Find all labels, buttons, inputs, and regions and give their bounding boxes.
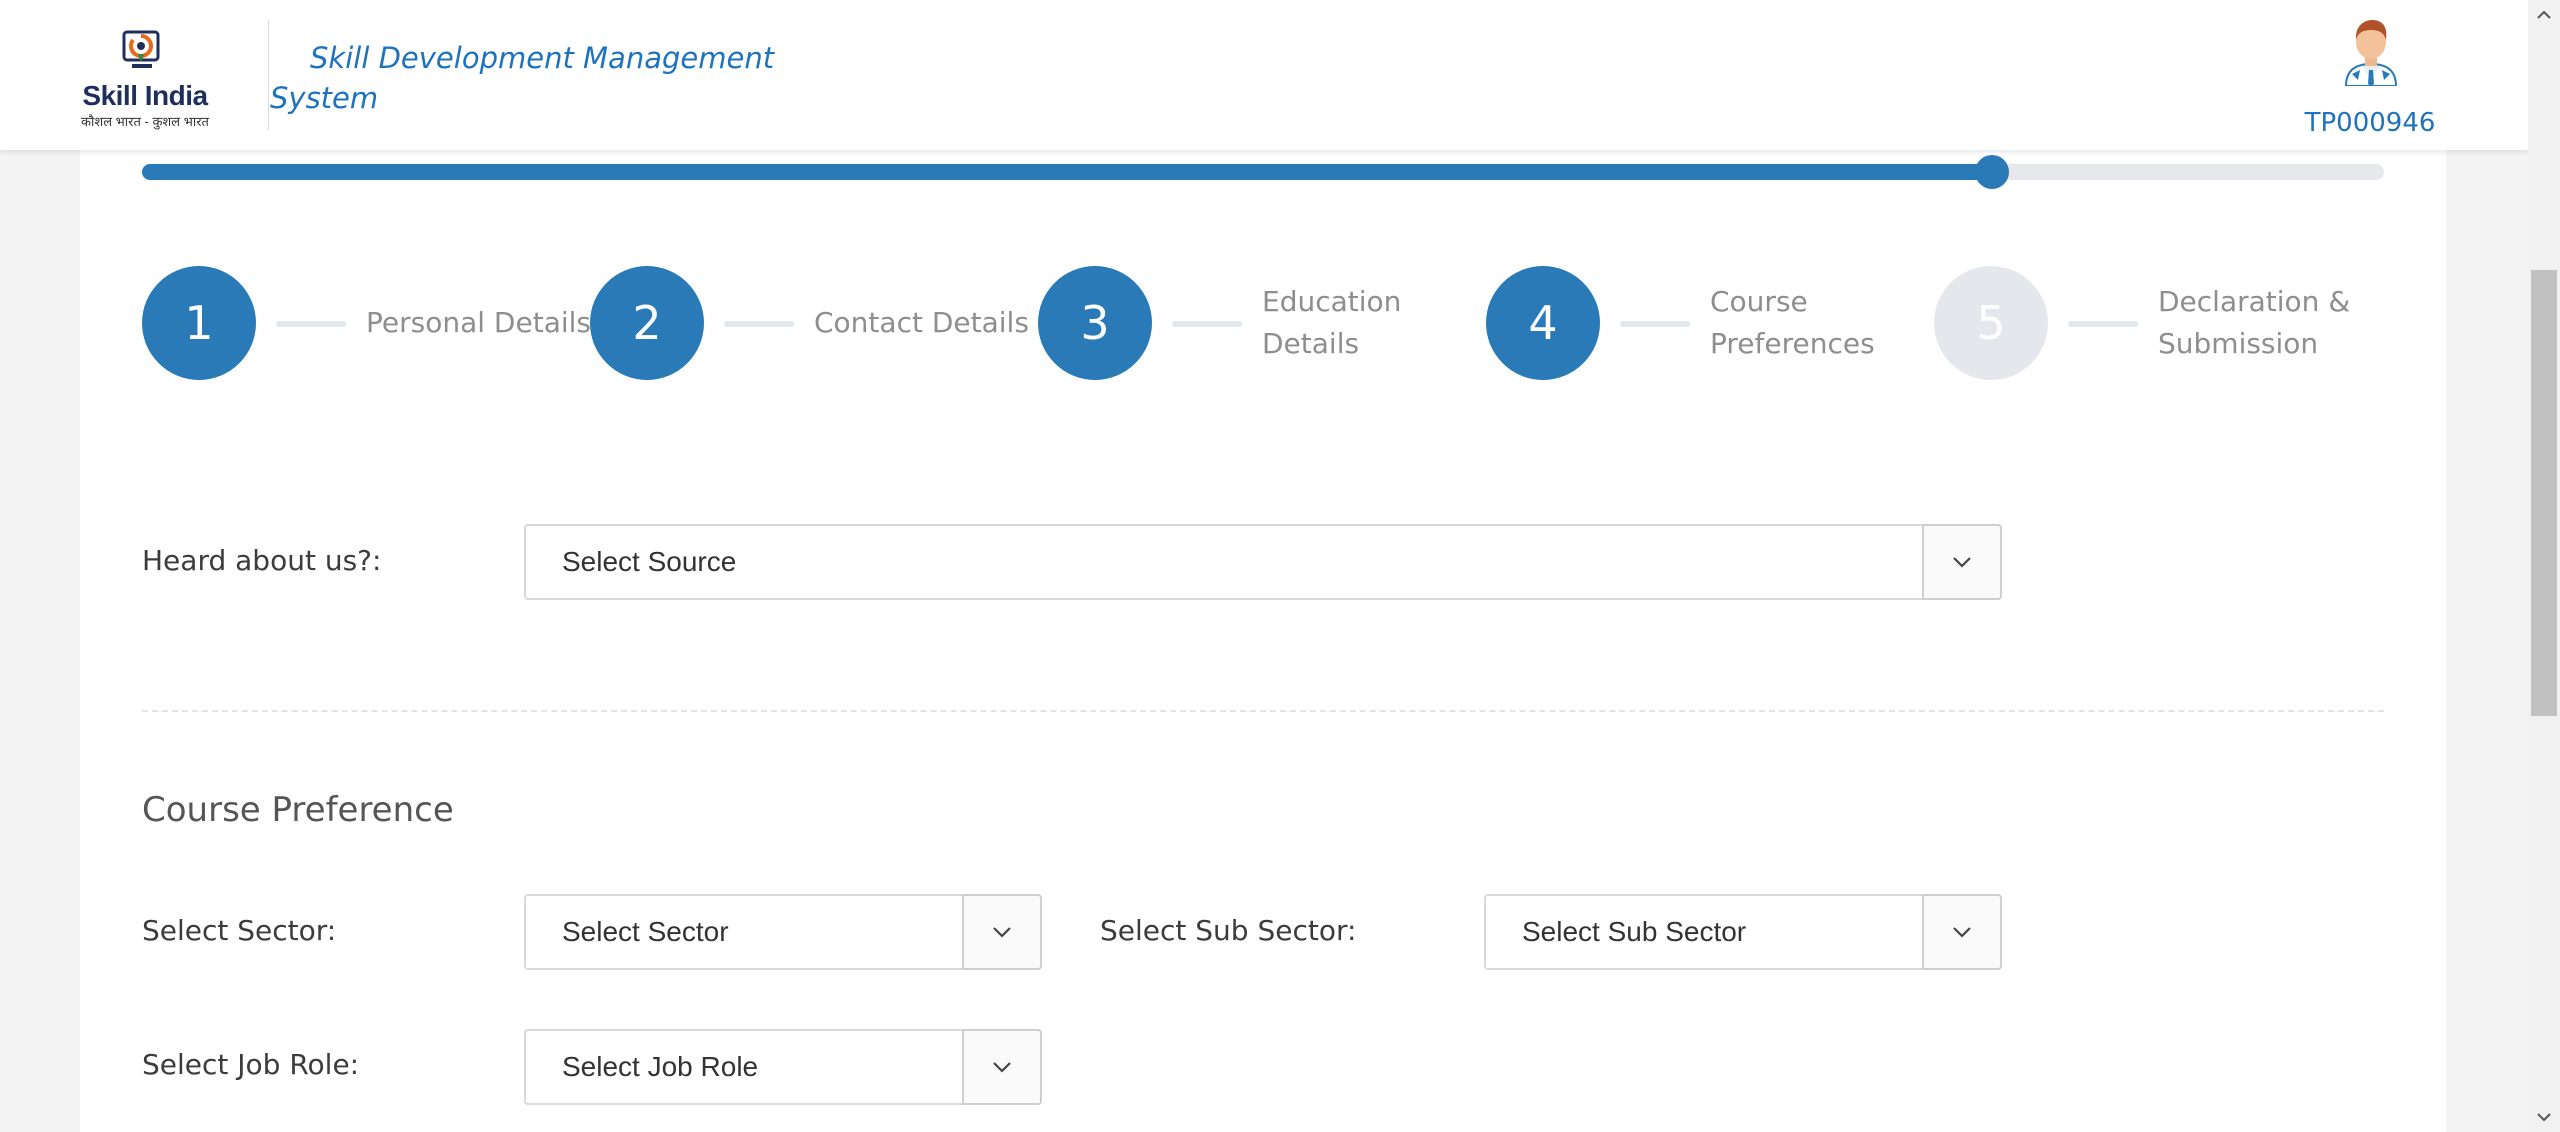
system-title: Skill Development Management System — [270, 41, 775, 115]
sector-value: Select Sector — [562, 916, 729, 947]
sub-sector-value: Select Sub Sector — [1522, 916, 1747, 947]
section-title-course-preference: Course Preference — [142, 790, 454, 830]
progress-bar-fill — [142, 164, 1992, 180]
job-role-label: Select Job Role: — [142, 1048, 360, 1081]
step-connector — [1172, 321, 1242, 327]
sector-label: Select Sector: — [142, 914, 337, 947]
job-role-dropdown-button[interactable] — [962, 1029, 1042, 1105]
step-connector — [2068, 321, 2138, 327]
step-number: 5 — [1934, 266, 2048, 380]
step-number: 1 — [142, 266, 256, 380]
step-number: 2 — [590, 266, 704, 380]
page-scrollbar[interactable] — [2528, 0, 2560, 1132]
step-label: Contact Details — [814, 306, 1029, 339]
step-label: Personal Details — [366, 306, 591, 339]
scroll-up-arrow-icon[interactable] — [2528, 0, 2560, 30]
step-label: Course Preferences — [1710, 285, 1875, 360]
chevron-down-icon — [993, 927, 1011, 938]
step-label: Declaration & Submission — [2158, 285, 2351, 360]
sector-select[interactable]: Select Sector — [524, 894, 1042, 970]
skill-india-logo[interactable]: Skill India कौशल भारत - कुशल भारत — [80, 24, 210, 129]
user-id-link[interactable]: TP000946 — [2300, 108, 2440, 138]
logo-brand-text: Skill India — [82, 80, 208, 111]
heard-about-dropdown-button[interactable] — [1922, 524, 2002, 600]
sub-sector-select[interactable]: Select Sub Sector — [1484, 894, 2002, 970]
sub-sector-dropdown-button[interactable] — [1922, 894, 2002, 970]
chevron-down-icon — [993, 1062, 1011, 1073]
step-connector — [724, 321, 794, 327]
chevron-down-icon — [1953, 557, 1971, 568]
step-connector — [1620, 321, 1690, 327]
sector-dropdown-button[interactable] — [962, 894, 1042, 970]
logo-tagline-text: कौशल भारत - कुशल भारत — [81, 114, 209, 129]
skill-india-logo-mark-icon — [122, 30, 160, 68]
scroll-down-arrow-icon[interactable] — [2528, 1102, 2560, 1132]
heard-about-value: Select Source — [562, 546, 737, 577]
step-number: 4 — [1486, 266, 1600, 380]
job-role-value: Select Job Role — [562, 1051, 759, 1082]
step-number: 3 — [1038, 266, 1152, 380]
heard-about-select[interactable]: Select Source — [524, 524, 2002, 600]
job-role-select[interactable]: Select Job Role — [524, 1029, 1042, 1105]
section-divider — [142, 710, 2384, 712]
step-label: Education Details — [1262, 285, 1402, 360]
heard-about-label: Heard about us?: — [142, 544, 382, 577]
sub-sector-label: Select Sub Sector: — [1100, 914, 1357, 947]
progress-bar — [142, 155, 2384, 189]
app-header: Skill India कौशल भारत - कुशल भारत Skill … — [0, 0, 2528, 150]
user-avatar-icon[interactable] — [2338, 14, 2404, 86]
scrollbar-thumb[interactable] — [2531, 270, 2557, 716]
step-connector — [276, 321, 346, 327]
header-divider — [268, 20, 269, 130]
chevron-down-icon — [1953, 927, 1971, 938]
progress-bar-knob — [1974, 155, 2009, 189]
